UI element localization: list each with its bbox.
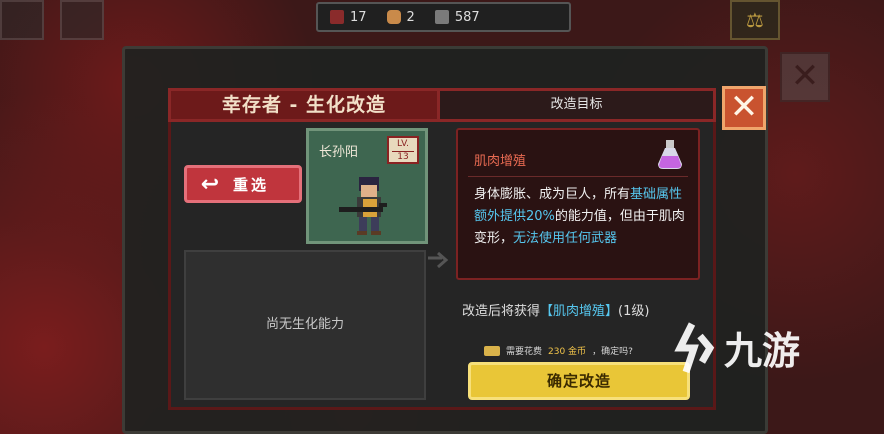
coin-icon: [484, 345, 500, 356]
level-label: LV.: [397, 139, 409, 149]
mutation-title: 肌肉增殖: [474, 154, 527, 169]
connector-arrow-icon: [428, 251, 449, 269]
desc-text-1: 身体膨胀、成为巨人，所有: [474, 187, 631, 202]
level-value: 13: [392, 151, 414, 163]
divider: [468, 176, 688, 177]
cost-suffix: ，确定吗?: [592, 347, 633, 357]
calendar-icon: [330, 10, 344, 24]
reselect-label: 重选: [233, 175, 270, 194]
mutation-info: 肌肉增殖 身体膨胀、成为巨人，所有基础属性额外提供20%的能力值，但由于肌肉变形…: [456, 128, 700, 280]
days-stat: 17: [330, 10, 367, 25]
reselect-button[interactable]: ↩ 重选: [184, 165, 302, 203]
character-sprite: [339, 177, 387, 235]
money-value: 587: [454, 9, 480, 25]
target-label: 改造目标: [440, 88, 716, 122]
watermark-logo: 九游: [672, 320, 800, 375]
dialog-title: 幸存者 - 生化改造: [168, 88, 440, 122]
back-arrow-icon: ↩: [200, 171, 220, 197]
scale-icon[interactable]: ⚖: [730, 0, 780, 40]
cost-prefix: 需要花费: [506, 347, 543, 357]
obtain-ability: 【肌肉增殖】: [540, 304, 619, 319]
ability-slot: 尚无生化能力: [184, 250, 426, 400]
obtain-level: (1级): [618, 304, 650, 319]
watermark-icon: [674, 321, 715, 373]
money-icon: [434, 10, 449, 24]
background-close-icon: ✕: [780, 52, 830, 102]
money-stat: 587: [434, 9, 480, 25]
character-card[interactable]: 长孙阳 LV. 13: [306, 128, 428, 244]
mutation-description: 身体膨胀、成为巨人，所有基础属性额外提供20%的能力值，但由于肌肉变形，无法使用…: [474, 184, 690, 250]
cost-text: 需要花费 230 金币 ，确定吗?: [484, 344, 633, 357]
watermark-text: 九游: [724, 329, 801, 373]
menu-button[interactable]: [0, 0, 44, 40]
obtain-text: 改造后将获得【肌肉增殖】(1级): [462, 300, 649, 319]
potion-icon: [658, 140, 682, 169]
food-stat: 2: [386, 9, 415, 25]
level-badge: LV. 13: [387, 136, 419, 164]
close-button[interactable]: ✕: [722, 86, 766, 130]
days-value: 17: [350, 9, 367, 25]
confirm-button[interactable]: 确定改造: [468, 362, 690, 400]
bread-icon: [386, 10, 401, 24]
skull-button[interactable]: [60, 0, 104, 40]
obtain-prefix: 改造后将获得: [462, 304, 541, 319]
desc-highlight-2: 无法使用任何武器: [513, 231, 618, 246]
character-name: 长孙阳: [319, 145, 359, 160]
cost-amount: 230 金币: [548, 347, 587, 357]
resource-bar: 17 2 587: [316, 2, 571, 32]
food-value: 2: [406, 9, 415, 25]
close-icon: ✕: [729, 87, 759, 127]
